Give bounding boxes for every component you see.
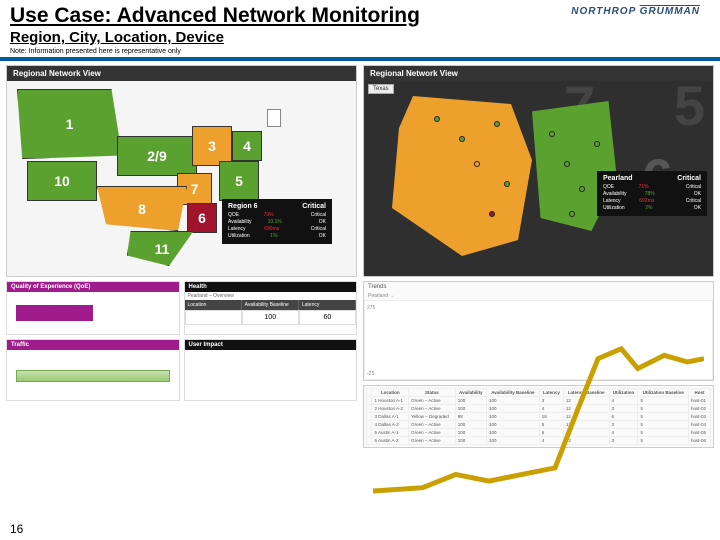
region-1[interactable]: 1: [17, 89, 122, 159]
userimpact-body: [185, 350, 357, 400]
traffic-panel: Traffic: [6, 339, 180, 401]
legend-icon[interactable]: [267, 109, 281, 127]
popup-region-name: Region 6: [228, 203, 258, 210]
trends-chart[interactable]: 275 -25: [364, 300, 713, 380]
region-6[interactable]: 6: [187, 203, 217, 233]
health-panel: Health Pearland – Overview Location Avai…: [184, 281, 358, 335]
regional-view-left: Regional Network View 1 2/9 3 4 10 7 5 8…: [6, 65, 357, 277]
traffic-title: Traffic: [7, 340, 179, 350]
region-3[interactable]: 3: [192, 126, 232, 166]
trends-panel: Trends Pearland → 275 -25: [363, 281, 714, 381]
company-logo: NORTHROP GRUMMAN: [571, 6, 700, 17]
userimpact-title: User Impact: [185, 340, 357, 350]
trend-line: [373, 309, 704, 508]
city-dot[interactable]: [579, 186, 585, 192]
left-column: Regional Network View 1 2/9 3 4 10 7 5 8…: [6, 65, 357, 448]
panel-title-right: Regional Network View: [364, 66, 713, 81]
city-dot[interactable]: [434, 116, 440, 122]
health-sub: Pearland – Overview: [185, 292, 357, 300]
qoe-title: Quality of Experience (QoE): [7, 282, 179, 292]
traffic-area: [16, 370, 170, 382]
city-dot[interactable]: [569, 211, 575, 217]
userimpact-panel: User Impact: [184, 339, 358, 401]
region-4[interactable]: 4: [232, 131, 262, 161]
traffic-chart[interactable]: [7, 350, 179, 400]
qoe-bar: [16, 305, 93, 322]
texas-region-map[interactable]: 1 2/9 3 4 10 7 5 8 6 11 Region 6Critical…: [7, 81, 356, 276]
city-dot[interactable]: [594, 141, 600, 147]
region-2-9[interactable]: 2/9: [117, 136, 197, 176]
city-dot[interactable]: [549, 131, 555, 137]
qoe-chart[interactable]: [7, 292, 179, 334]
city-dot[interactable]: [474, 161, 480, 167]
region-11[interactable]: 11: [127, 231, 197, 266]
logo-text-b: GRUMMAN: [640, 6, 700, 17]
popup-city-name: Pearland: [603, 175, 633, 182]
page-number: 16: [10, 522, 23, 536]
qoe-panel: Quality of Experience (QoE): [6, 281, 180, 335]
bg-num-5: 5: [674, 73, 705, 138]
region-popup: Region 6Critical QOE70%Critical Availabi…: [222, 199, 332, 244]
region-5[interactable]: 5: [219, 161, 259, 201]
content-area: Regional Network View 1 2/9 3 4 10 7 5 8…: [0, 61, 720, 452]
region-tab[interactable]: Texas: [368, 84, 394, 94]
health-headers: Location Availability Baseline Latency: [185, 300, 357, 310]
slide-subtitle: Region, City, Location, Device: [10, 29, 710, 46]
popup-status: Critical: [302, 203, 326, 210]
health-title: Health: [185, 282, 357, 292]
city-dot[interactable]: [489, 211, 495, 217]
region-8[interactable]: 8: [97, 186, 187, 231]
city-dot[interactable]: [494, 121, 500, 127]
city-dot[interactable]: [504, 181, 510, 187]
popup-city-status: Critical: [677, 175, 701, 182]
trends-sub: Pearland →: [364, 292, 713, 300]
region-10[interactable]: 10: [27, 161, 97, 201]
panel-title: Regional Network View: [7, 66, 356, 81]
city-dot[interactable]: [564, 161, 570, 167]
city-map[interactable]: Texas 7 5 0 6 PearlandCritical: [364, 81, 713, 276]
regional-view-right: Regional Network View Texas 7 5 0 6: [363, 65, 714, 277]
trends-title: Trends: [364, 282, 713, 292]
right-column: Regional Network View Texas 7 5 0 6: [363, 65, 714, 448]
logo-text-a: NORTHROP: [571, 6, 639, 17]
city-popup: PearlandCritical QOE71%Critical Availabi…: [597, 171, 707, 216]
slide-note: Note: Information presented here is repr…: [10, 48, 710, 55]
city-dot[interactable]: [459, 136, 465, 142]
